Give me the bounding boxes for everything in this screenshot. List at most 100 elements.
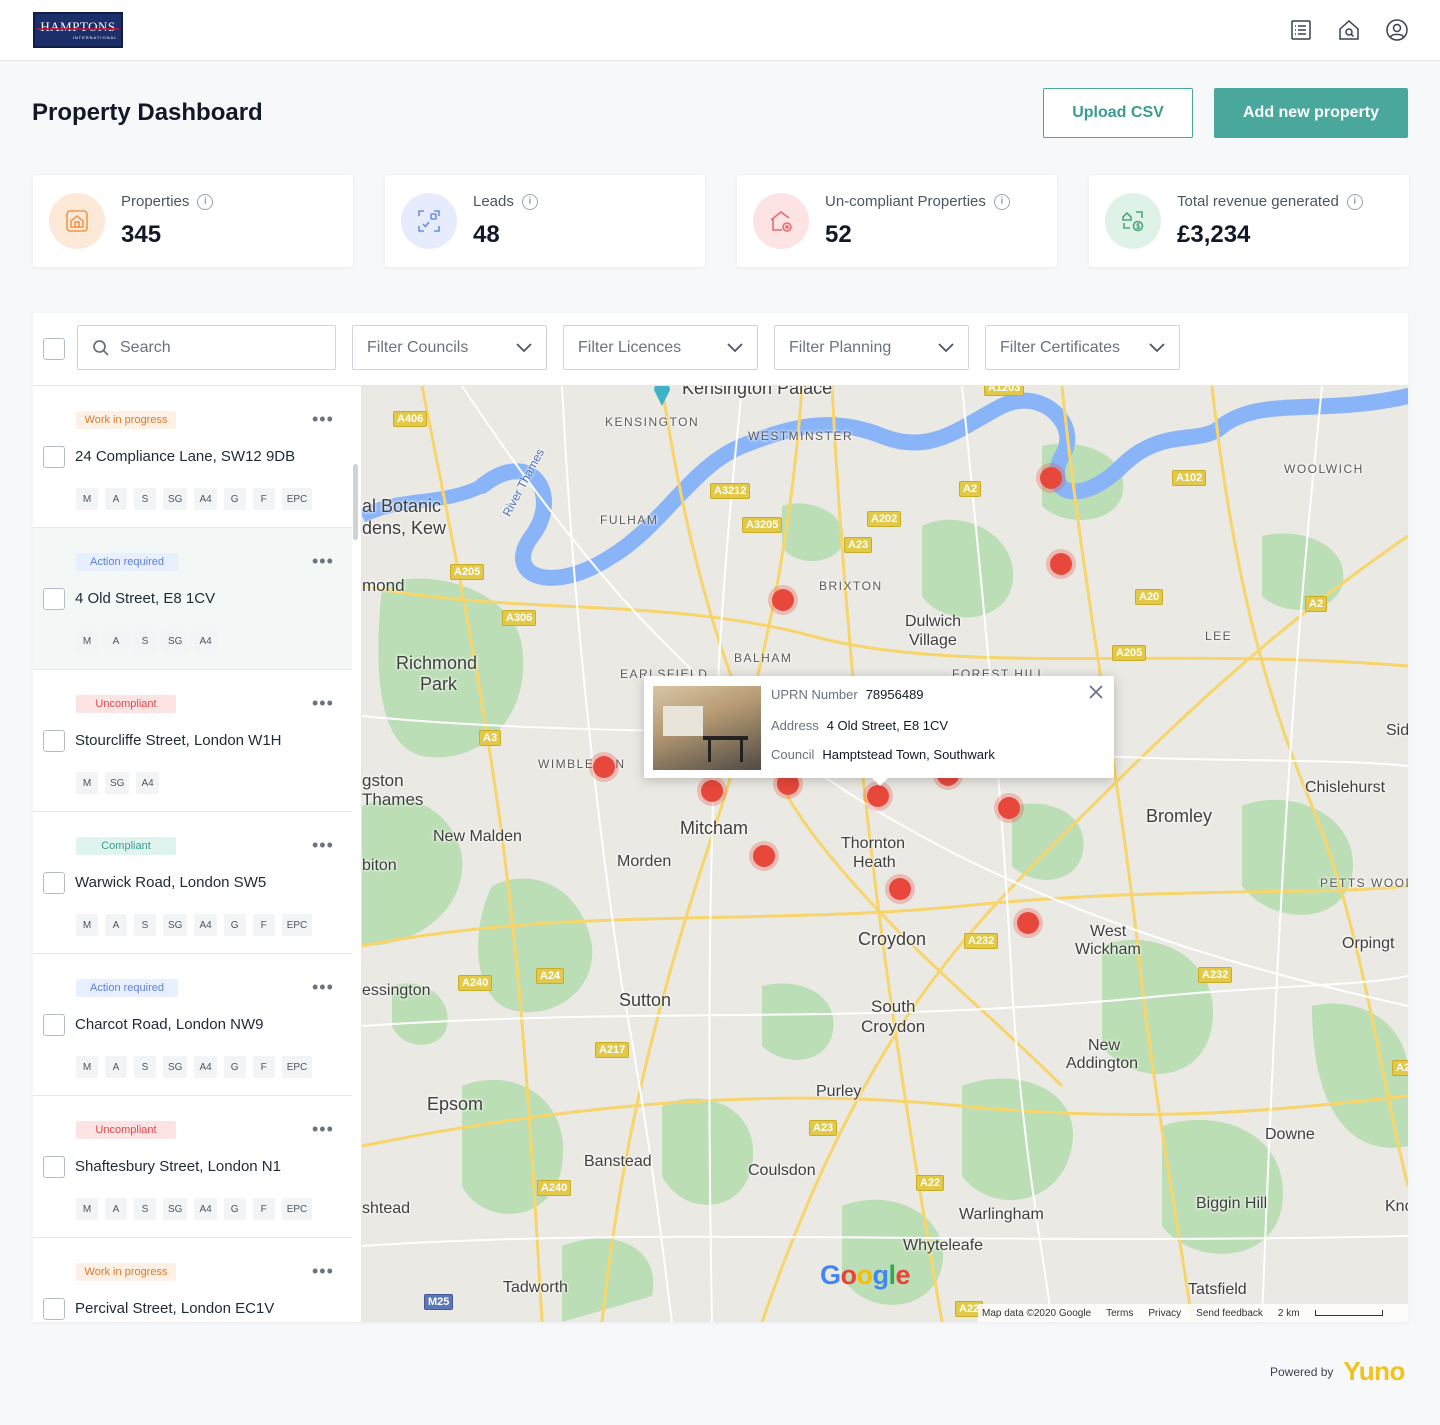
compliance-tag[interactable]: S [134,914,156,936]
property-pin[interactable] [889,878,911,900]
info-icon[interactable]: i [521,193,538,210]
more-options-icon[interactable]: ••• [312,836,334,854]
compliance-tag[interactable]: SG [163,630,188,652]
compliance-tag[interactable]: G [223,1056,246,1078]
more-options-icon[interactable]: ••• [312,978,334,996]
property-pin[interactable] [772,589,794,611]
search-box[interactable] [77,325,336,370]
compliance-tag[interactable]: A4 [136,772,159,794]
filter-councils-dropdown[interactable]: Filter Councils [352,325,547,370]
compliance-tag[interactable]: G [223,1198,246,1220]
user-icon[interactable] [1385,18,1409,42]
more-options-icon[interactable]: ••• [312,694,334,712]
compliance-tag[interactable]: S [134,488,156,510]
compliance-tag[interactable]: SG [163,1056,188,1078]
compliance-tag[interactable]: A4 [194,488,217,510]
compliance-tag[interactable]: F [252,1198,275,1220]
property-pin[interactable] [867,785,889,807]
privacy-link[interactable]: Privacy [1148,1308,1181,1319]
hamptons-logo[interactable]: HAMPTONS INTERNATIONAL [33,12,123,48]
property-list-item[interactable]: Uncompliant ••• Stourcliffe Street, London… [33,670,352,812]
compliance-tag[interactable]: M [76,1198,98,1220]
compliance-tag[interactable]: S [134,630,156,652]
row-checkbox[interactable] [43,730,65,752]
filter-planning-dropdown[interactable]: Filter Planning [774,325,969,370]
close-icon[interactable] [1088,684,1104,700]
compliance-tag[interactable]: EPC [281,1056,313,1078]
compliance-tag[interactable]: EPC [281,1198,313,1220]
list-scrollbar[interactable] [353,464,358,540]
compliance-tag[interactable]: M [76,488,98,510]
more-options-icon[interactable]: ••• [312,410,334,428]
row-checkbox[interactable] [43,872,65,894]
property-pin[interactable] [1017,912,1039,934]
compliance-tag[interactable]: EPC [281,914,313,936]
property-list-item[interactable]: Action required ••• Charcot Road, London N… [33,954,352,1096]
compliance-tag[interactable]: SG [105,772,130,794]
compliance-tag[interactable]: F [252,914,275,936]
property-pin[interactable] [998,797,1020,819]
compliance-tag[interactable]: SG [163,488,188,510]
compliance-tag[interactable]: SG [163,1198,188,1220]
property-list-item[interactable]: Action required ••• 4 Old Street, E8 1CV M A… [33,528,352,670]
home-search-icon[interactable] [1337,18,1361,42]
compliance-tag[interactable]: S [134,1056,156,1078]
row-checkbox[interactable] [43,1156,65,1178]
compliance-tag[interactable]: A4 [194,630,217,652]
property-pin[interactable] [701,780,723,802]
select-all-checkbox[interactable] [43,338,65,360]
compliance-tag[interactable]: F [252,488,275,510]
location-marker-icon[interactable] [652,386,672,406]
info-icon[interactable]: i [1346,193,1363,210]
info-icon[interactable]: i [197,193,214,210]
compliance-tag[interactable]: SG [163,914,188,936]
compliance-tag[interactable]: M [76,914,98,936]
yuno-logo[interactable]: Yuno [1343,1356,1405,1387]
compliance-tag[interactable]: M [76,772,98,794]
property-pin[interactable] [1040,467,1062,489]
property-pin[interactable] [1050,553,1072,575]
search-input[interactable] [120,338,320,357]
upload-csv-button[interactable]: Upload CSV [1043,88,1193,138]
compliance-tag[interactable]: M [76,630,98,652]
more-options-icon[interactable]: ••• [312,1120,334,1138]
property-list-item[interactable]: Compliant ••• Warwick Road, London SW5 M A S S… [33,812,352,954]
more-options-icon[interactable]: ••• [312,552,334,570]
property-map[interactable]: Kensington Palace KENSINGTON WESTMINSTER… [362,386,1408,1322]
compliance-tag[interactable]: G [223,914,246,936]
add-property-button[interactable]: Add new property [1214,88,1408,138]
property-list-item[interactable]: Uncompliant ••• Shaftesbury Street, London… [33,1096,352,1238]
compliance-tag[interactable]: A [105,1198,127,1220]
send-feedback-link[interactable]: Send feedback [1196,1308,1263,1319]
property-popup[interactable]: UPRN Number 78956489 Address 4 Old Street,… [644,676,1114,786]
compliance-tag[interactable]: G [223,488,246,510]
row-checkbox[interactable] [43,588,65,610]
property-address: 24 Compliance Lane, SW12 9DB [75,448,296,465]
compliance-tag[interactable]: A4 [194,1198,217,1220]
compliance-tag[interactable]: A4 [194,1056,217,1078]
property-pin[interactable] [593,756,615,778]
row-checkbox[interactable] [43,1298,65,1320]
compliance-tag[interactable]: A [105,488,127,510]
filter-certificates-dropdown[interactable]: Filter Certificates [985,325,1180,370]
property-list-item[interactable]: Work in progress ••• 24 Compliance Lane, S… [33,386,352,528]
property-pin[interactable] [753,845,775,867]
compliance-tag[interactable]: F [252,1056,275,1078]
row-checkbox[interactable] [43,446,65,468]
more-options-icon[interactable]: ••• [312,1262,334,1280]
compliance-tag[interactable]: M [76,1056,98,1078]
compliance-tag[interactable]: A [105,914,127,936]
row-checkbox[interactable] [43,1014,65,1036]
compliance-tag[interactable]: A4 [194,914,217,936]
map-label: Banstead [584,1153,652,1170]
info-icon[interactable]: i [993,193,1010,210]
scale-label: 2 km [1277,1307,1300,1319]
list-icon[interactable] [1289,18,1313,42]
terms-link[interactable]: Terms [1106,1308,1133,1319]
compliance-tag[interactable]: EPC [281,488,313,510]
compliance-tag[interactable]: A [105,1056,127,1078]
compliance-tag[interactable]: S [134,1198,156,1220]
compliance-tag[interactable]: A [105,630,127,652]
filter-licences-dropdown[interactable]: Filter Licences [563,325,758,370]
property-list-item[interactable]: Work in progress ••• Percival Street, Lond… [33,1238,352,1322]
